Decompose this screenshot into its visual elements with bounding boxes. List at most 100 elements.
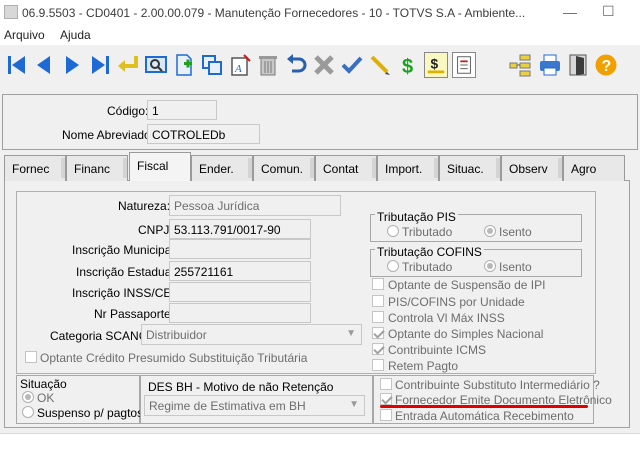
- chevron-down-icon: ▼: [349, 399, 359, 410]
- pis-isento-radio[interactable]: [484, 225, 496, 240]
- tab-label: Agro: [571, 162, 597, 176]
- menu-arquivo[interactable]: Arquivo: [4, 28, 45, 42]
- inscricao-municipal-field[interactable]: [169, 239, 311, 259]
- money-doc-icon: $: [427, 57, 445, 74]
- tab-label: Observ: [509, 162, 548, 176]
- codigo-field[interactable]: 1: [147, 100, 217, 120]
- report-button[interactable]: [452, 52, 476, 78]
- situacao-ok-label: OK: [37, 391, 55, 405]
- tab-ender[interactable]: Ender.: [191, 155, 253, 181]
- cofins-isento-label: Isento: [499, 260, 532, 274]
- cofins-tributado-label: Tributado: [402, 260, 453, 274]
- optante-credito-checkbox[interactable]: [25, 351, 37, 366]
- chk-contribuinte-icms[interactable]: [372, 343, 384, 358]
- tab-observ[interactable]: Observ: [501, 155, 563, 181]
- goto-button[interactable]: [116, 52, 140, 78]
- natureza-value: Pessoa Jurídica: [174, 199, 260, 213]
- chk-substituto-intermediario[interactable]: [380, 378, 392, 393]
- nome-abreviado-field[interactable]: COTROLEDb: [147, 124, 260, 144]
- chk-controla-inss[interactable]: [372, 311, 384, 326]
- svg-text:?: ?: [602, 58, 612, 75]
- chk-retem-pagto[interactable]: [372, 359, 384, 374]
- tab-financ[interactable]: Financ: [66, 155, 128, 181]
- chk-entrada-automatica[interactable]: [380, 409, 392, 424]
- dollar-icon: $: [402, 56, 413, 77]
- next-icon: [66, 56, 79, 74]
- cancel-button[interactable]: [312, 52, 336, 78]
- menu-ajuda[interactable]: Ajuda: [60, 28, 91, 42]
- chk-retem-pagto-label: Retem Pagto: [388, 359, 459, 373]
- previous-record-button[interactable]: [32, 52, 56, 78]
- nome-abreviado-label: Nome Abreviado:: [62, 128, 155, 142]
- inscricao-estadual-field[interactable]: 255721161: [169, 261, 311, 281]
- undo-button[interactable]: [284, 52, 308, 78]
- tab-fornec[interactable]: Fornec: [4, 155, 66, 181]
- previous-icon: [37, 56, 50, 74]
- chevron-down-icon: ▼: [346, 328, 356, 339]
- svg-text:A: A: [234, 63, 242, 75]
- app-icon: [4, 5, 18, 19]
- search-button[interactable]: [144, 52, 168, 78]
- tab-agro[interactable]: Agro: [563, 155, 625, 181]
- first-record-button[interactable]: [5, 52, 29, 78]
- delete-button[interactable]: [256, 52, 280, 78]
- new-button[interactable]: [172, 52, 196, 78]
- pis-tributado-radio[interactable]: [387, 225, 399, 240]
- natureza-select[interactable]: Pessoa Jurídica: [169, 195, 341, 216]
- financial-button[interactable]: $: [424, 52, 448, 78]
- chk-suspensao-ipi-label: Optante de Suspensão de IPI: [388, 278, 546, 292]
- window-title: 06.9.5503 - CD0401 - 2.00.00.079 - Manut…: [22, 6, 526, 20]
- hierarchy-button[interactable]: [508, 52, 532, 78]
- first-icon: [8, 56, 25, 74]
- check-icon: [341, 56, 363, 74]
- maximize-button[interactable]: ☐: [602, 3, 615, 20]
- copy-button[interactable]: [200, 52, 224, 78]
- confirm-button[interactable]: [340, 52, 364, 78]
- cnpj-label: CNPJ:: [138, 223, 173, 237]
- cofins-isento-radio[interactable]: [484, 260, 496, 275]
- toolbar: A $ $ ?: [0, 45, 640, 89]
- return-arrow-icon: [118, 56, 138, 72]
- passaporte-field[interactable]: [169, 303, 311, 323]
- exit-button[interactable]: [566, 52, 590, 78]
- dollar-button[interactable]: $: [396, 52, 420, 78]
- next-record-button[interactable]: [60, 52, 84, 78]
- chk-simples-nacional[interactable]: [372, 327, 384, 342]
- chk-suspensao-ipi[interactable]: [372, 278, 384, 293]
- pencil-button[interactable]: [368, 52, 392, 78]
- copy-icon: [202, 55, 222, 75]
- tab-comun[interactable]: Comun.: [253, 155, 315, 181]
- print-button[interactable]: [538, 52, 562, 78]
- pencil-icon: [370, 55, 390, 75]
- cofins-tributado-radio[interactable]: [387, 260, 399, 275]
- chk-controla-inss-label: Controla Vl Máx INSS: [388, 311, 505, 325]
- tab-fiscal[interactable]: Fiscal: [129, 152, 191, 181]
- inscricao-municipal-label: Inscrição Municipal:: [72, 243, 178, 257]
- des-bh-select[interactable]: Regime de Estimativa em BH ▼: [144, 395, 365, 416]
- chk-pis-cofins-unidade[interactable]: [372, 295, 384, 310]
- edit-button[interactable]: A: [228, 52, 252, 78]
- trash-icon: [259, 56, 277, 76]
- tab-label: Financ: [74, 162, 111, 176]
- svg-text:$: $: [431, 57, 439, 72]
- cnpj-field[interactable]: 53.113.791/0017-90: [169, 219, 311, 239]
- last-record-button[interactable]: [88, 52, 112, 78]
- situacao-suspenso-radio[interactable]: [22, 406, 34, 421]
- situacao-ok-radio[interactable]: [22, 391, 34, 406]
- minimize-button[interactable]: —: [563, 4, 577, 20]
- undo-icon: [287, 54, 307, 73]
- tab-strip: Fornec Financ Fiscal Ender. Comun. Conta…: [4, 152, 634, 181]
- edit-icon: A: [231, 54, 251, 76]
- menu-bar: Arquivo Ajuda: [0, 26, 640, 45]
- tab-situac[interactable]: Situac.: [439, 155, 501, 181]
- search-icon: [145, 56, 167, 73]
- help-button[interactable]: ?: [594, 52, 618, 78]
- pis-tributado-label: Tributado: [402, 225, 453, 239]
- tab-contat[interactable]: Contat: [315, 155, 377, 181]
- tributacao-pis-title: Tributação PIS: [375, 210, 458, 224]
- tab-label: Situac.: [447, 162, 484, 176]
- codigo-label: Código:: [107, 104, 149, 118]
- categoria-scanc-select[interactable]: Distribuidor ▼: [141, 324, 362, 345]
- tab-import[interactable]: Import.: [377, 155, 439, 181]
- inscricao-inss-field[interactable]: [169, 282, 311, 302]
